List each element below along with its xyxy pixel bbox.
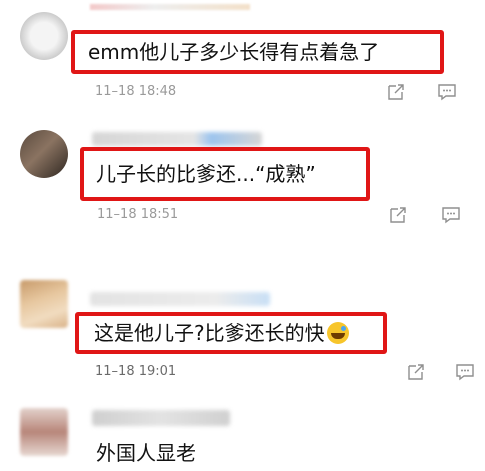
comment-text: emm他儿子多少长得有点着急了 [88, 40, 380, 64]
comment-text: 儿子长的比爹还...“成熟” [96, 162, 316, 186]
comment-timestamp: 11–18 19:01 [95, 364, 177, 379]
avatar[interactable] [20, 280, 68, 328]
comment-icon[interactable] [437, 82, 457, 102]
previous-comment-name-blur [90, 4, 250, 10]
comment-text-content: 这是他儿子?比爹还长的快 [94, 321, 325, 345]
share-icon[interactable] [406, 362, 426, 382]
share-icon[interactable] [386, 82, 406, 102]
username-blur[interactable] [92, 410, 230, 426]
avatar[interactable] [20, 12, 68, 60]
comment-timestamp: 11–18 18:51 [97, 207, 179, 222]
comment-text: 外国人显老 [96, 441, 196, 465]
avatar[interactable] [20, 408, 68, 456]
username-blur[interactable] [90, 292, 270, 306]
comment-timestamp: 11–18 18:48 [95, 84, 177, 99]
username-blur[interactable] [92, 132, 262, 146]
comment-icon[interactable] [455, 362, 475, 382]
laughing-crying-emoji-icon [326, 322, 349, 344]
comment-text: 这是他儿子?比爹还长的快 [94, 321, 349, 345]
comment-icon[interactable] [441, 205, 461, 225]
share-icon[interactable] [388, 205, 408, 225]
avatar[interactable] [20, 130, 68, 178]
